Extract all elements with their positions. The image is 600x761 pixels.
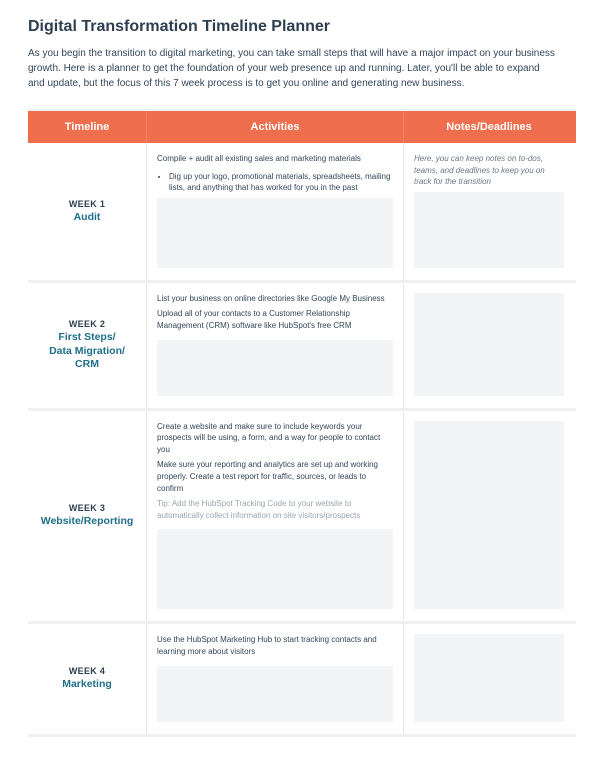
activities-cell: Use the HubSpot Marketing Hub to start t… [146,624,404,733]
notes-write-area[interactable] [414,192,564,268]
activity-bullet: Dig up your logo, promotional materials,… [169,171,393,194]
notes-cell: Here, you can keep notes on to-dos, team… [404,143,574,280]
table-row: WEEK 2 First Steps/Data Migration/CRM Li… [28,283,576,411]
timeline-cell: WEEK 4 Marketing [28,624,146,733]
intro-text: As you begin the transition to digital m… [28,46,558,91]
notes-cell [404,283,574,408]
notes-cell [404,411,574,622]
notes-cell [404,624,574,733]
header-notes: Notes/Deadlines [404,111,574,143]
notes-write-area[interactable] [414,634,564,721]
timeline-cell: WEEK 3 Website/Reporting [28,411,146,622]
planner-page: Digital Transformation Timeline Planner … [0,0,600,761]
week-label: WEEK 2 [69,319,105,329]
notes-write-area[interactable] [414,421,564,610]
timeline-cell: WEEK 2 First Steps/Data Migration/CRM [28,283,146,408]
week-name: First Steps/Data Migration/CRM [49,331,125,370]
table-row: WEEK 4 Marketing Use the HubSpot Marketi… [28,624,576,736]
activity-write-area[interactable] [157,340,393,396]
activities-cell: List your business on online directories… [146,283,404,408]
timeline-cell: WEEK 1 Audit [28,143,146,280]
header-activities: Activities [146,111,404,143]
notes-write-area[interactable] [414,293,564,396]
week-name: Audit [74,211,101,224]
notes-text: Here, you can keep notes on to-dos, team… [414,153,564,188]
week-label: WEEK 1 [69,199,105,209]
table-row: WEEK 1 Audit Compile + audit all existin… [28,143,576,283]
page-title: Digital Transformation Timeline Planner [28,18,576,36]
table-header: Timeline Activities Notes/Deadlines [28,111,576,143]
activity-lead: Compile + audit all existing sales and m… [157,153,393,165]
activity-bullets: Dig up your logo, promotional materials,… [157,171,393,194]
header-timeline: Timeline [28,111,146,143]
week-label: WEEK 3 [69,503,105,513]
activity-para: List your business on online directories… [157,293,393,305]
week-name: Website/Reporting [41,515,134,528]
week-label: WEEK 4 [69,666,105,676]
activities-cell: Compile + audit all existing sales and m… [146,143,404,280]
activity-para: Upload all of your contacts to a Custome… [157,308,393,331]
activities-cell: Create a website and make sure to includ… [146,411,404,622]
planner-table: Timeline Activities Notes/Deadlines WEEK… [28,109,576,737]
table-row: WEEK 3 Website/Reporting Create a websit… [28,411,576,625]
activity-write-area[interactable] [157,529,393,609]
week-name: Marketing [62,678,112,691]
activity-para: Use the HubSpot Marketing Hub to start t… [157,634,393,657]
activity-write-area[interactable] [157,666,393,722]
activity-para: Create a website and make sure to includ… [157,421,393,456]
activity-tip: Tip: Add the HubSpot Tracking Code to yo… [157,498,393,521]
activity-write-area[interactable] [157,198,393,268]
activity-para: Make sure your reporting and analytics a… [157,459,393,494]
